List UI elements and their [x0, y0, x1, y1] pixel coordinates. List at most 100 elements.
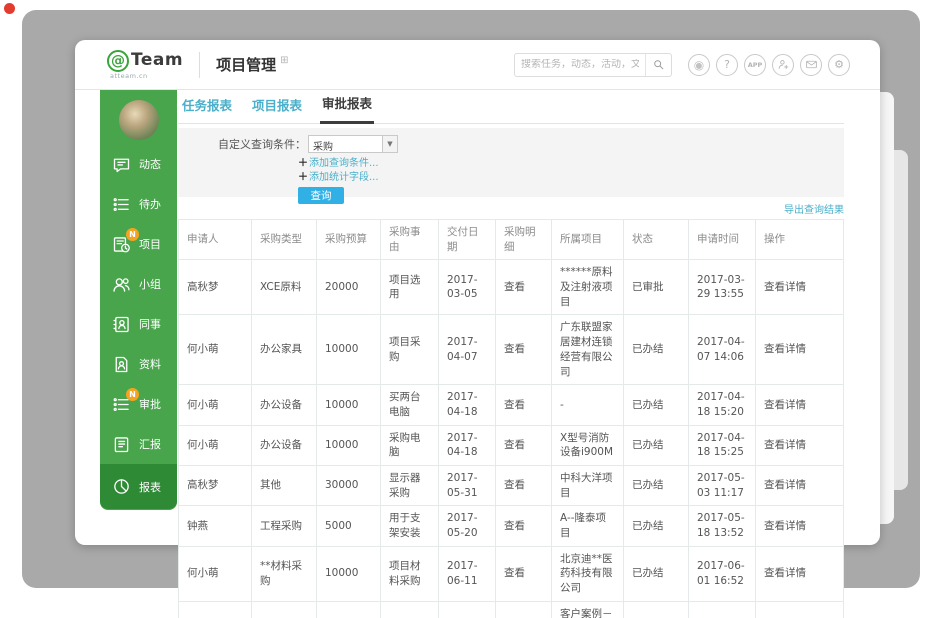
cell-detail[interactable]: 查看	[496, 546, 552, 601]
cell-project[interactable]: 客户案例－伟鑫地产（建筑工程）	[552, 601, 624, 618]
cell-reason: 显示器采购	[381, 465, 439, 505]
cell-detail[interactable]: 查看	[496, 425, 552, 465]
cell-detail[interactable]: 查看	[496, 260, 552, 315]
cell-applicant[interactable]: 何小萌	[179, 315, 252, 385]
sidebar-item-todo[interactable]: 待办	[100, 184, 177, 224]
cell-applicant[interactable]: 高秋梦	[179, 465, 252, 505]
sidebar-item-project[interactable]: N项目	[100, 224, 177, 264]
col-header-budget: 采购预算	[317, 220, 381, 260]
cell-type: 办公设备	[252, 385, 317, 425]
cell-reason: 项目选用	[381, 260, 439, 315]
tab-approval-report[interactable]: 审批报表	[320, 93, 374, 124]
cell-status: 已办结	[624, 425, 689, 465]
col-header-apply-time: 申请时间	[689, 220, 756, 260]
cell-delivery-date: 2017-05-31	[439, 465, 496, 505]
sidebar-item-label: 小组	[139, 276, 161, 292]
cell-status: 已办结	[624, 315, 689, 385]
sidebar-item-group[interactable]: 小组	[100, 264, 177, 304]
chevron-down-icon: ▼	[382, 136, 397, 152]
cell-action[interactable]: 查看详情	[756, 425, 844, 465]
cell-action[interactable]: 查看详情	[756, 465, 844, 505]
cell-status: 已办结	[624, 601, 689, 618]
cell-action[interactable]: 查看详情	[756, 260, 844, 315]
cell-apply-time: 2017-05-03 11:17	[689, 465, 756, 505]
cell-type: 其他	[252, 465, 317, 505]
add-condition-link[interactable]: ＋添加查询条件...	[298, 157, 844, 170]
sidebar-item-label: 同事	[139, 316, 161, 332]
cell-project[interactable]: 中科大洋项目	[552, 465, 624, 505]
filter-select[interactable]: 采购 ▼	[308, 135, 398, 153]
cell-budget: 10000	[317, 315, 381, 385]
sidebar-item-workreport[interactable]: 汇报	[100, 424, 177, 464]
tab-project-report[interactable]: 项目报表	[250, 95, 304, 123]
cell-status: 已审批	[624, 260, 689, 315]
cell-action[interactable]: 查看详情	[756, 506, 844, 546]
cell-status: 已办结	[624, 546, 689, 601]
sidebar-item-label: 资料	[139, 356, 161, 372]
cell-apply-time: 2017-04-18 15:20	[689, 385, 756, 425]
cell-detail[interactable]: 查看	[496, 601, 552, 618]
sidebar-item-charts[interactable]: 报表	[100, 464, 177, 509]
cell-project[interactable]: 北京迪**医药科技有限公司	[552, 546, 624, 601]
filter-panel: 自定义查询条件： 采购 ▼ ＋添加查询条件... ＋添加统计字段... 查询	[178, 128, 844, 197]
cell-budget: 10000	[317, 385, 381, 425]
cell-detail[interactable]: 查看	[496, 506, 552, 546]
cell-action[interactable]: 查看详情	[756, 546, 844, 601]
cell-action[interactable]: 查看详情	[756, 601, 844, 618]
cell-applicant[interactable]: 刘晓	[179, 601, 252, 618]
cell-apply-time: 2017-06-01 16:52	[689, 546, 756, 601]
search-input[interactable]	[515, 59, 645, 70]
sidebar-item-approval[interactable]: N审批	[100, 384, 177, 424]
cell-project[interactable]: A--隆泰项目	[552, 506, 624, 546]
cell-project[interactable]: ******原料及注射液项目	[552, 260, 624, 315]
cell-applicant[interactable]: 高秋梦	[179, 260, 252, 315]
cell-detail[interactable]: 查看	[496, 385, 552, 425]
export-results-link[interactable]: 导出查询结果	[784, 201, 844, 216]
cell-detail[interactable]: 查看	[496, 465, 552, 505]
cell-reason: 采购电脑	[381, 425, 439, 465]
cell-action[interactable]: 查看详情	[756, 385, 844, 425]
cell-action[interactable]: 查看详情	[756, 315, 844, 385]
sidebar-item-colleague[interactable]: 同事	[100, 304, 177, 344]
cell-type: XCE原料	[252, 260, 317, 315]
cell-project[interactable]: 广东联盟家居建材连锁经营有限公司	[552, 315, 624, 385]
mail-icon[interactable]	[800, 54, 822, 76]
cell-reason: 买两台电脑	[381, 385, 439, 425]
tab-task-report[interactable]: 任务报表	[180, 95, 234, 123]
invite-icon[interactable]	[772, 54, 794, 76]
cell-applicant[interactable]: 钟燕	[179, 506, 252, 546]
settings-icon[interactable]: ⚙	[828, 54, 850, 76]
filter-select-value: 采购	[309, 136, 382, 152]
cell-apply-time: 2017-05-18 13:52	[689, 506, 756, 546]
cell-type: 办公设备	[252, 425, 317, 465]
cell-type: 工程采购	[252, 506, 317, 546]
filter-label: 自定义查询条件：	[218, 136, 306, 152]
sidebar-item-feed[interactable]: 动态	[100, 144, 177, 184]
sidebar-item-label: 汇报	[139, 436, 161, 452]
col-header-type: 采购类型	[252, 220, 317, 260]
approval-icon: N	[111, 394, 132, 415]
page-title: 项目管理	[216, 54, 276, 75]
cell-detail[interactable]: 查看	[496, 315, 552, 385]
help-icon[interactable]: ?	[716, 54, 738, 76]
spiral-icon[interactable]: ◉	[688, 54, 710, 76]
title-panel-icon: ⊞	[280, 55, 288, 66]
cell-reason: 合同打印	[381, 601, 439, 618]
avatar[interactable]	[119, 100, 159, 140]
add-stat-field-link[interactable]: ＋添加统计字段...	[298, 171, 844, 184]
cell-applicant[interactable]: 何小萌	[179, 385, 252, 425]
sidebar-item-material[interactable]: 资料	[100, 344, 177, 384]
cell-type: **材料采购	[252, 546, 317, 601]
cell-delivery-date: 2017-04-18	[439, 425, 496, 465]
search-icon[interactable]	[645, 54, 671, 76]
cell-budget: 5000	[317, 506, 381, 546]
app-header: @ Team atteam.cn 项目管理 ⊞ ◉?APP⚙	[75, 40, 880, 90]
cell-applicant[interactable]: 何小萌	[179, 546, 252, 601]
cell-project[interactable]: X型号消防设备i900M	[552, 425, 624, 465]
app-icon[interactable]: APP	[744, 54, 766, 76]
feed-icon	[111, 154, 132, 175]
charts-icon	[111, 476, 132, 497]
cell-applicant[interactable]: 何小萌	[179, 425, 252, 465]
project-icon: N	[111, 234, 132, 255]
brand-domain: atteam.cn	[110, 73, 183, 80]
